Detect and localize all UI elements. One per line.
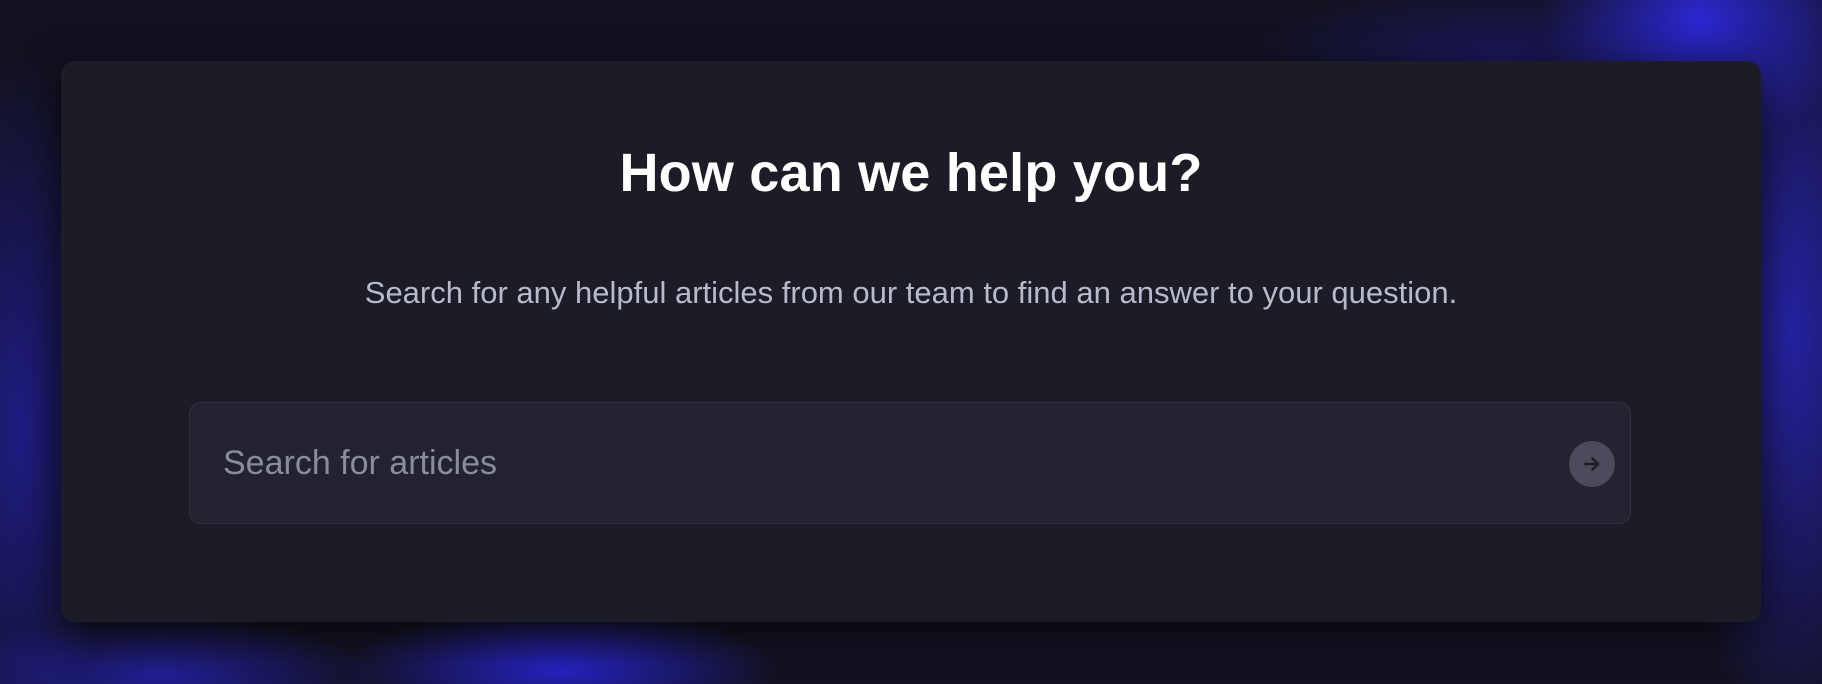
arrow-right-icon [1583,457,1600,471]
page-subtitle: Search for any helpful articles from our… [364,275,1458,310]
search-bar [189,402,1631,524]
search-submit-button[interactable] [1569,441,1615,487]
help-card: How can we help you? Search for any help… [61,61,1761,622]
page-title: How can we help you? [619,143,1203,203]
search-input[interactable] [190,403,1630,523]
